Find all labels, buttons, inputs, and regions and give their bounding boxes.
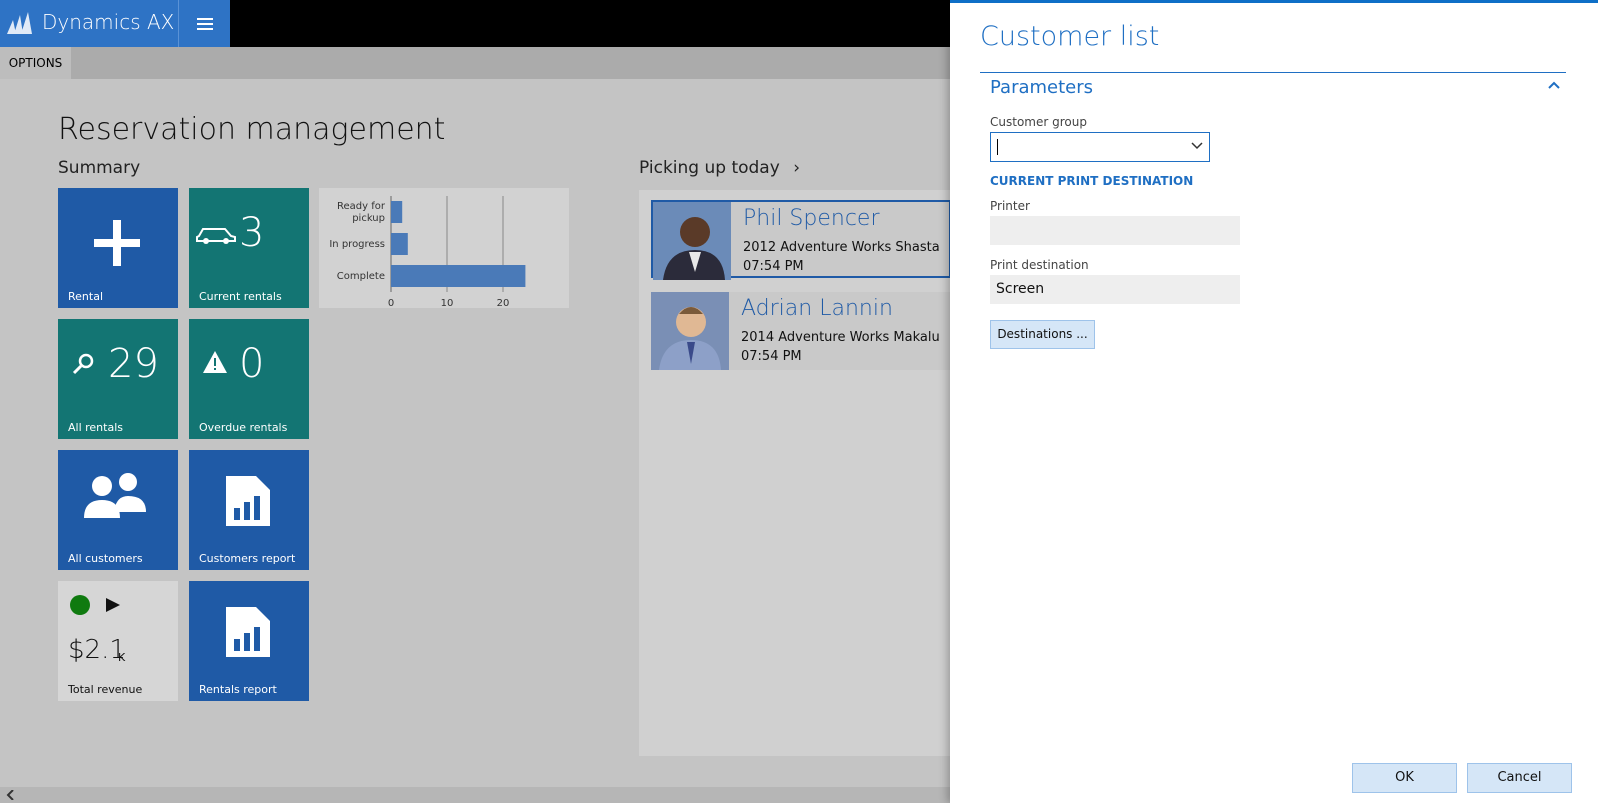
tile-label: Current rentals <box>199 290 282 303</box>
list-item[interactable]: Adrian Lannin 2014 Adventure Works Makal… <box>651 292 951 370</box>
app-title: Dynamics AX <box>42 10 175 34</box>
cancel-button[interactable]: Cancel <box>1467 763 1572 793</box>
status-green-dot-icon <box>70 595 90 615</box>
tile-label: Rental <box>68 290 103 303</box>
tile-label: Overdue rentals <box>199 421 288 434</box>
customer-group-label: Customer group <box>990 115 1087 129</box>
rental-tile[interactable]: Rental <box>58 188 178 308</box>
section-title: Parameters <box>990 77 1094 98</box>
chevron-down-icon[interactable] <box>1191 142 1203 150</box>
print-destination-field[interactable]: Screen <box>990 275 1240 304</box>
customer-list-dialog: Customer list Parameters Customer group … <box>950 0 1598 803</box>
vehicle-name: 2012 Adventure Works Shasta <box>743 240 940 255</box>
all-customers-tile[interactable]: All customers <box>58 450 178 570</box>
overdue-rentals-count: 0 <box>239 341 265 387</box>
picking-up-today-heading[interactable]: Picking up today › <box>639 158 800 178</box>
tile-label: All customers <box>68 552 143 565</box>
customer-group-combobox[interactable] <box>990 132 1210 162</box>
print-destination-subheader: CURRENT PRINT DESTINATION <box>990 174 1194 188</box>
app-brand: Dynamics AX <box>0 0 230 47</box>
overdue-rentals-tile[interactable]: 0 Overdue rentals <box>189 319 309 439</box>
people-icon <box>84 473 146 518</box>
page-title: Reservation management <box>58 112 446 147</box>
customer-name: Adrian Lannin <box>741 296 893 321</box>
tick-label: 20 <box>497 298 510 308</box>
report-icon <box>226 607 270 657</box>
total-revenue-unit: K <box>118 651 126 664</box>
customer-name: Phil Spencer <box>743 206 880 231</box>
total-revenue-tile[interactable]: $2.1 K Total revenue <box>58 581 178 701</box>
current-rentals-count: 3 <box>239 210 265 256</box>
destinations-button[interactable]: Destinations ... <box>990 320 1095 349</box>
hamburger-icon <box>197 17 213 30</box>
printer-field[interactable] <box>990 216 1240 245</box>
customer-photo <box>651 292 729 370</box>
all-rentals-count: 29 <box>108 341 159 387</box>
options-button[interactable]: OPTIONS <box>0 47 71 79</box>
tick-label: 0 <box>388 298 394 308</box>
all-rentals-tile[interactable]: 29 All rentals <box>58 319 178 439</box>
category-label: Complete <box>337 271 385 282</box>
pickup-time: 07:54 PM <box>743 259 804 274</box>
summary-heading: Summary <box>58 158 141 178</box>
picking-title-text: Picking up today <box>639 158 780 178</box>
chevron-right-icon: › <box>793 158 801 178</box>
plus-icon <box>94 220 140 266</box>
category-label: In progress <box>329 239 385 250</box>
tile-label: Total revenue <box>68 683 143 696</box>
chevron-left-icon[interactable] <box>6 790 16 800</box>
customers-report-tile[interactable]: Customers report <box>189 450 309 570</box>
tile-label: All rentals <box>68 421 123 434</box>
customer-photo <box>653 202 731 280</box>
picking-list: Phil Spencer 2012 Adventure Works Shasta… <box>639 190 951 756</box>
chart-bar <box>391 201 403 223</box>
dynamics-logo-icon <box>7 12 32 34</box>
ok-button[interactable]: OK <box>1352 763 1457 793</box>
hamburger-menu-button[interactable] <box>178 0 231 47</box>
tile-label: Rentals report <box>199 683 277 696</box>
current-rentals-tile[interactable]: 3 Current rentals <box>189 188 309 308</box>
list-item[interactable]: Phil Spencer 2012 Adventure Works Shasta… <box>651 200 951 280</box>
text-cursor <box>997 139 998 155</box>
dialog-title: Customer list <box>980 21 1160 52</box>
horizontal-scrollbar[interactable] <box>0 787 950 803</box>
tick-label: 10 <box>441 298 454 308</box>
rentals-report-tile[interactable]: Rentals report <box>189 581 309 701</box>
printer-label: Printer <box>990 199 1030 213</box>
report-icon <box>226 476 270 526</box>
chart-bar <box>391 265 526 287</box>
parameters-section-header[interactable]: Parameters <box>980 72 1566 103</box>
play-icon <box>106 598 120 612</box>
warning-icon <box>203 351 227 373</box>
pickup-time: 07:54 PM <box>741 349 802 364</box>
print-destination-label: Print destination <box>990 258 1089 272</box>
vehicle-name: 2014 Adventure Works Makalu <box>741 330 940 345</box>
search-icon <box>72 353 94 375</box>
chevron-up-icon[interactable] <box>1548 81 1560 89</box>
tile-label: Customers report <box>199 552 296 565</box>
car-icon <box>196 228 236 244</box>
status-bar-chart: 0 10 20 Ready for pickup In progress Complete <box>329 196 526 309</box>
category-label: Ready for pickup <box>337 201 386 224</box>
status-chart[interactable]: 0 10 20 Ready for pickup In progress Complete <box>319 188 569 309</box>
chart-bar <box>391 233 408 255</box>
